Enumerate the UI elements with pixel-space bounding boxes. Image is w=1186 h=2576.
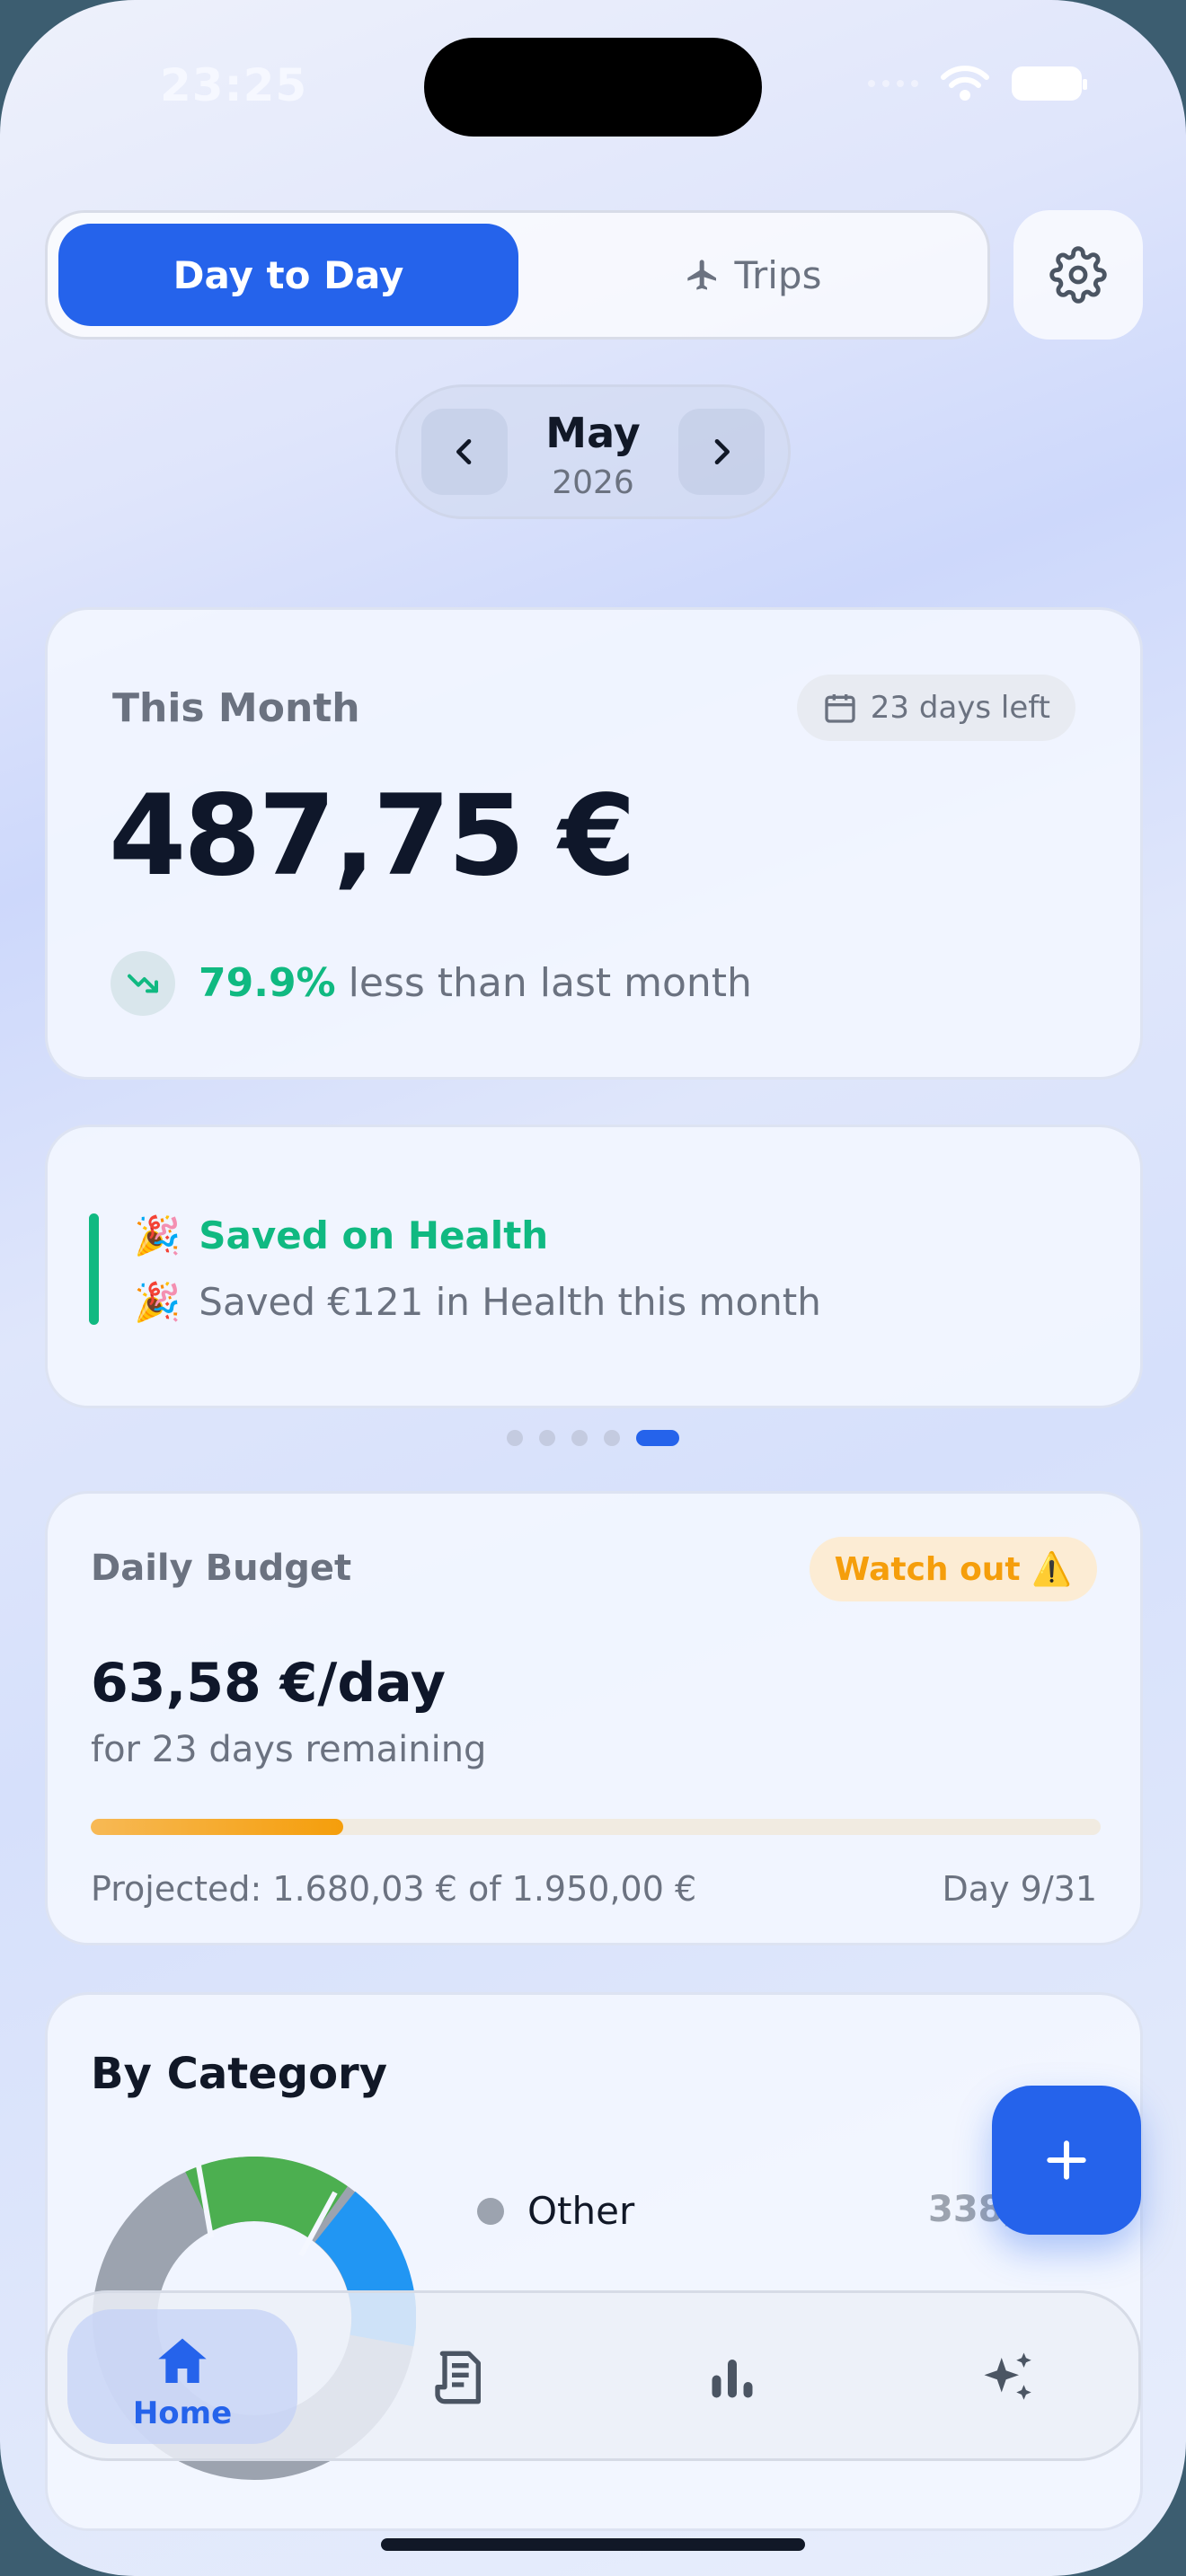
plus-icon <box>1047 2140 1086 2180</box>
tab-home-label: Home <box>132 2395 233 2431</box>
pager-dot[interactable] <box>571 1430 588 1446</box>
settings-button[interactable] <box>1013 210 1143 340</box>
budget-progress-fill <box>91 1819 343 1835</box>
insight-subtitle: Saved €121 in Health this month <box>199 1280 821 1324</box>
tab-home[interactable]: Home <box>67 2309 297 2444</box>
add-expense-button[interactable] <box>992 2086 1141 2235</box>
daily-budget-amount: 63,58 €/day <box>91 1652 447 1715</box>
dynamic-island <box>424 38 762 137</box>
status-time: 23:25 <box>160 59 308 111</box>
airplane-icon <box>686 260 716 290</box>
bar-chart-icon <box>712 2360 753 2398</box>
this-month-card[interactable]: This Month 23 days left 487,75 € 79.9% l… <box>45 607 1143 1080</box>
calendar-icon <box>825 694 855 723</box>
days-left-text: 23 days left <box>870 690 1050 726</box>
budget-progress-bar <box>91 1819 1101 1835</box>
legend-name: Other <box>527 2189 635 2233</box>
pager-dot[interactable] <box>539 1430 555 1446</box>
tab-ai-assistant[interactable] <box>973 2342 1045 2413</box>
pager-dot[interactable] <box>507 1430 523 1446</box>
month-total-amount: 487,75 € <box>109 772 636 901</box>
trend-text: less than last month <box>348 960 752 1006</box>
day-counter: Day 9/31 <box>942 1869 1097 1909</box>
status-badge: Watch out ⚠️ <box>809 1537 1097 1601</box>
receipt-icon <box>435 2351 481 2404</box>
trend-percent: 79.9% <box>199 960 336 1006</box>
chevron-right-icon <box>714 439 730 464</box>
projected-text: Projected: 1.680,03 € of 1.950,00 € <box>91 1869 697 1909</box>
signal-icon <box>868 80 918 87</box>
status-icons <box>868 65 1087 102</box>
home-indicator <box>381 2538 805 2551</box>
insight-card[interactable]: 🎉 Saved on Health 🎉 Saved €121 in Health t… <box>45 1125 1143 1408</box>
tab-trips-label: Trips <box>734 252 822 297</box>
daily-budget-card[interactable]: Daily Budget Watch out ⚠️ 63,58 €/day fo… <box>45 1491 1143 1945</box>
sparkles-icon <box>984 2352 1031 2400</box>
trend-down-icon <box>111 951 175 1016</box>
daily-budget-subtitle: for 23 days remaining <box>91 1729 487 1770</box>
insight-title: Saved on Health <box>199 1213 549 1257</box>
pager-dot[interactable] <box>604 1430 620 1446</box>
wifi-icon <box>941 66 989 101</box>
tab-transactions[interactable] <box>423 2342 495 2413</box>
tab-day-to-day-label: Day to Day <box>173 252 404 297</box>
insight-pager[interactable] <box>507 1430 679 1446</box>
mode-switch: Day to Day Trips <box>45 210 990 340</box>
this-month-label: This Month <box>112 685 360 731</box>
party-icon: 🎉 <box>134 1280 181 1324</box>
bottom-tab-bar: Home <box>45 2290 1141 2461</box>
next-month-button[interactable] <box>678 409 765 495</box>
trend-comparison: 79.9% less than last month <box>199 960 752 1006</box>
insight-subtitle-row: 🎉 Saved €121 in Health this month <box>134 1280 821 1325</box>
phone-screen: 23:25 Day to Day Trips May 2026 This Mon… <box>0 0 1186 2576</box>
by-category-title: By Category <box>91 2049 387 2099</box>
pager-dot-active[interactable] <box>636 1430 679 1446</box>
home-icon <box>67 2333 297 2390</box>
month-navigator: May 2026 <box>395 384 791 519</box>
daily-budget-label: Daily Budget <box>91 1548 352 1589</box>
legend-dot-other <box>477 2198 504 2225</box>
tab-trips[interactable]: Trips <box>524 224 982 326</box>
insight-title-row: 🎉 Saved on Health <box>134 1213 548 1258</box>
party-icon: 🎉 <box>134 1213 181 1257</box>
days-left-badge: 23 days left <box>796 675 1075 741</box>
donut-segment-green <box>185 2157 348 2240</box>
tab-statistics[interactable] <box>696 2342 768 2413</box>
tab-day-to-day[interactable]: Day to Day <box>58 224 518 326</box>
battery-icon <box>1012 66 1087 101</box>
gear-icon <box>1049 246 1107 304</box>
insight-accent-bar <box>89 1213 99 1325</box>
